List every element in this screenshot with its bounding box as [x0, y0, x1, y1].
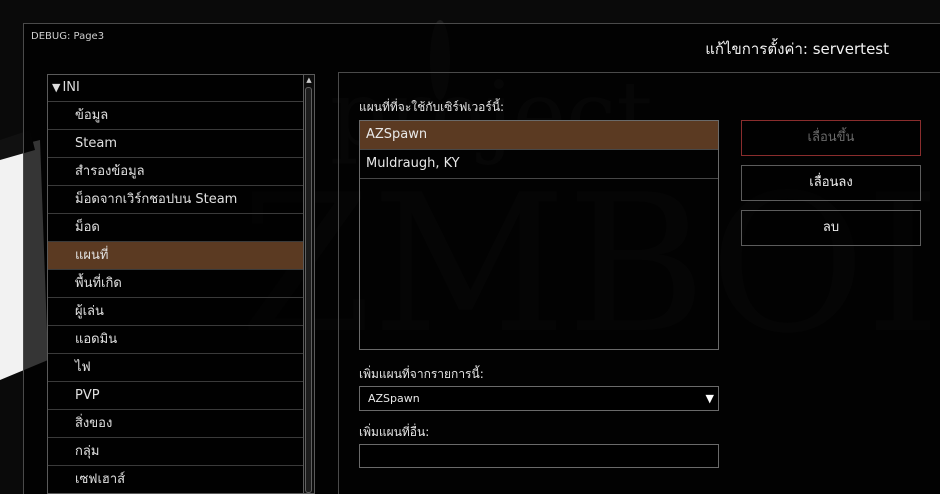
- map-select-dropdown[interactable]: AZSpawn ▼: [359, 386, 719, 411]
- sidebar-item-info[interactable]: ข้อมูล: [48, 102, 304, 130]
- server-maps-list[interactable]: AZSpawn Muldraugh, KY: [359, 120, 719, 350]
- dropdown-arrow-icon[interactable]: ▼: [706, 387, 714, 410]
- move-down-button[interactable]: เลื่อนลง: [741, 165, 921, 201]
- map-list-item[interactable]: Muldraugh, KY: [360, 150, 718, 179]
- add-from-list-label: เพิ่มแผนที่จากรายการนี้:: [359, 367, 484, 381]
- sidebar-item-pvp[interactable]: PVP: [48, 382, 304, 410]
- maps-list-label: แผนที่ที่จะใช้กับเซิร์ฟเวอร์นี้:: [359, 100, 505, 114]
- sidebar-item-spawn-regions[interactable]: พื้นที่เกิด: [48, 270, 304, 298]
- sidebar-item-mods[interactable]: ม็อด: [48, 214, 304, 242]
- sidebar-scrollbar[interactable]: ▲: [303, 75, 314, 493]
- sidebar-item-workshop-mods[interactable]: ม็อดจากเวิร์กชอปบน Steam: [48, 186, 304, 214]
- sidebar-item-players[interactable]: ผู้เล่น: [48, 298, 304, 326]
- sidebar-item-items[interactable]: สิ่งของ: [48, 410, 304, 438]
- move-up-button[interactable]: เลื่อนขึ้น: [741, 120, 921, 156]
- sidebar-item-admin[interactable]: แอดมิน: [48, 326, 304, 354]
- tree-group-label: INI: [62, 80, 80, 95]
- other-map-input[interactable]: [359, 444, 719, 468]
- sidebar-item-steam[interactable]: Steam: [48, 130, 304, 158]
- sidebar-item-safehouse[interactable]: เซฟเฮาส์: [48, 466, 304, 493]
- add-other-map-label: เพิ่มแผนที่อื่น:: [359, 425, 430, 439]
- scroll-up-arrow-icon[interactable]: ▲: [304, 75, 314, 85]
- delete-button[interactable]: ลบ: [741, 210, 921, 246]
- tree-group-ini[interactable]: ▼ INI: [48, 75, 314, 102]
- expand-triangle-icon[interactable]: ▼: [52, 81, 60, 94]
- page-title: แก้ไขการตั้งค่า: servertest: [705, 40, 889, 58]
- dropdown-selected-value: AZSpawn: [368, 392, 420, 405]
- map-list-item[interactable]: AZSpawn: [360, 121, 718, 150]
- sidebar-item-factions[interactable]: กลุ่ม: [48, 438, 304, 466]
- sidebar-item-map[interactable]: แผนที่: [48, 242, 304, 270]
- debug-label: DEBUG: Page3: [31, 31, 105, 42]
- settings-category-list[interactable]: ▼ INI ข้อมูล Steam สำรองข้อมูล ม็อดจากเวิ…: [47, 74, 315, 494]
- scrollbar-thumb[interactable]: [305, 87, 312, 493]
- sidebar-item-fire[interactable]: ไฟ: [48, 354, 304, 382]
- sidebar-item-backup[interactable]: สำรองข้อมูล: [48, 158, 304, 186]
